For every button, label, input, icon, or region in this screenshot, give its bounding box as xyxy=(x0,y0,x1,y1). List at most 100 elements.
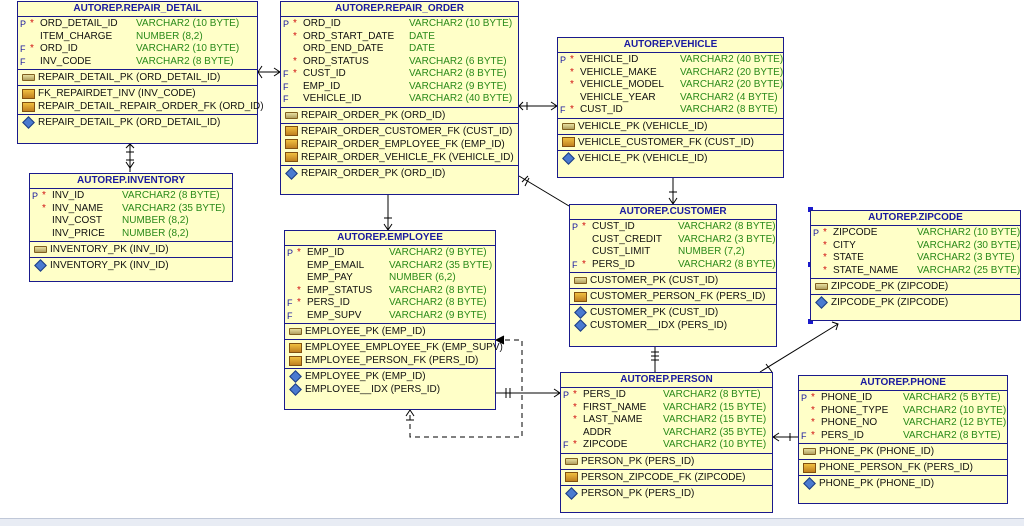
column-row[interactable]: INV_COST NUMBER (8,2) xyxy=(30,215,232,228)
column-row[interactable]: * PHONE_NO VARCHAR2 (12 BYTE) xyxy=(799,417,1007,430)
foreign-key-row[interactable]: VEHICLE_CUSTOMER_FK (CUST_ID) xyxy=(558,136,783,149)
primary-key-row[interactable]: CUSTOMER_PK (CUST_ID) xyxy=(570,274,776,287)
column-row[interactable]: P * ORD_DETAIL_ID VARCHAR2 (10 BYTE) xyxy=(18,18,257,31)
column-row[interactable]: VEHICLE_YEAR VARCHAR2 (4 BYTE) xyxy=(558,92,783,105)
column-type: VARCHAR2 (40 BYTE) xyxy=(680,54,784,65)
column-row[interactable]: F EMP_SUPV VARCHAR2 (9 BYTE) xyxy=(285,310,495,323)
column-row[interactable]: F * CUST_ID VARCHAR2 (8 BYTE) xyxy=(281,68,518,81)
foreign-key-row[interactable]: REPAIR_ORDER_CUSTOMER_FK (CUST_ID) xyxy=(281,125,518,138)
foreign-key-row[interactable]: FK_REPAIRDET_INV (INV_CODE) xyxy=(18,87,257,100)
column-row[interactable]: F * ZIPCODE VARCHAR2 (10 BYTE) xyxy=(561,439,772,452)
table-person[interactable]: AUTOREP.PERSON P * PERS_ID VARCHAR2 (8 BYTE)… xyxy=(560,372,773,513)
index-row[interactable]: EMPLOYEE__IDX (PERS_ID) xyxy=(285,383,495,396)
column-row[interactable]: F * ORD_ID VARCHAR2 (10 BYTE) xyxy=(18,43,257,56)
column-row[interactable]: * CITY VARCHAR2 (30 BYTE) xyxy=(811,240,1020,253)
index-row[interactable]: VEHICLE_PK (VEHICLE_ID) xyxy=(558,151,783,165)
foreign-key-row[interactable]: EMPLOYEE_EMPLOYEE_FK (EMP_SUPV) xyxy=(285,341,503,354)
column-type: DATE xyxy=(409,43,435,54)
table-employee[interactable]: AUTOREP.EMPLOYEE P * EMP_ID VARCHAR2 (9 BYTE… xyxy=(284,230,503,410)
column-row[interactable]: * FIRST_NAME VARCHAR2 (15 BYTE) xyxy=(561,402,772,415)
column-row[interactable]: P * INV_ID VARCHAR2 (8 BYTE) xyxy=(30,190,232,203)
table-title[interactable]: AUTOREP.REPAIR_DETAIL xyxy=(18,2,257,17)
column-type: VARCHAR2 (30 BYTE) xyxy=(917,239,1021,251)
table-vehicle[interactable]: AUTOREP.VEHICLE P * VEHICLE_ID VARCHAR2 (40 … xyxy=(557,37,784,178)
foreign-key-row[interactable]: REPAIR_ORDER_VEHICLE_FK (VEHICLE_ID) xyxy=(281,151,518,164)
index-row[interactable]: PERSON_PK (PERS_ID) xyxy=(561,486,772,500)
table-repair-order[interactable]: AUTOREP.REPAIR_ORDER P * ORD_ID VARCHAR2 (10… xyxy=(280,1,519,195)
foreign-key-row[interactable]: CUSTOMER_PERSON_FK (PERS_ID) xyxy=(570,290,776,303)
column-row[interactable]: P * ZIPCODE VARCHAR2 (10 BYTE) xyxy=(811,227,1020,240)
primary-key-row[interactable]: ZIPCODE_PK (ZIPCODE) xyxy=(811,280,1020,293)
foreign-key-row[interactable]: REPAIR_ORDER_EMPLOYEE_FK (EMP_ID) xyxy=(281,138,518,151)
table-title[interactable]: AUTOREP.REPAIR_ORDER xyxy=(281,2,518,17)
foreign-key-row[interactable]: PERSON_ZIPCODE_FK (ZIPCODE) xyxy=(561,471,772,484)
column-row[interactable]: EMP_PAY NUMBER (6,2) xyxy=(285,272,495,285)
column-row[interactable]: ORD_END_DATE DATE xyxy=(281,43,518,56)
foreign-key-row[interactable]: PHONE_PERSON_FK (PERS_ID) xyxy=(799,461,1007,474)
column-row[interactable]: * ORD_STATUS VARCHAR2 (6 BYTE) xyxy=(281,56,518,69)
foreign-key-row[interactable]: REPAIR_DETAIL_REPAIR_ORDER_FK (ORD_ID) xyxy=(18,100,264,113)
index-row[interactable]: REPAIR_DETAIL_PK (ORD_DETAIL_ID) xyxy=(18,116,257,129)
column-row[interactable]: F * PERS_ID VARCHAR2 (8 BYTE) xyxy=(570,259,776,272)
table-title[interactable]: AUTOREP.PERSON xyxy=(561,373,772,388)
key-flag: P xyxy=(801,393,808,403)
column-row[interactable]: * PHONE_TYPE VARCHAR2 (10 BYTE) xyxy=(799,405,1007,418)
table-zipcode[interactable]: AUTOREP.ZIPCODE P * ZIPCODE VARCHAR2 (10 BYT… xyxy=(810,210,1021,321)
column-row[interactable]: P * PHONE_ID VARCHAR2 (5 BYTE) xyxy=(799,392,1007,405)
column-row[interactable]: * VEHICLE_MODEL VARCHAR2 (20 BYTE) xyxy=(558,79,783,92)
key-label: INVENTORY_PK (INV_ID) xyxy=(50,244,169,255)
column-row[interactable]: F VEHICLE_ID VARCHAR2 (40 BYTE) xyxy=(281,93,518,106)
column-row[interactable]: P * ORD_ID VARCHAR2 (10 BYTE) xyxy=(281,18,518,31)
foreign-key-row[interactable]: EMPLOYEE_PERSON_FK (PERS_ID) xyxy=(285,354,495,367)
table-repair-detail[interactable]: AUTOREP.REPAIR_DETAIL P * ORD_DETAIL_ID VARC… xyxy=(17,1,264,144)
table-title[interactable]: AUTOREP.EMPLOYEE xyxy=(285,231,495,246)
index-row[interactable]: ZIPCODE_PK (ZIPCODE) xyxy=(811,296,1020,309)
primary-key-row[interactable]: REPAIR_DETAIL_PK (ORD_DETAIL_ID) xyxy=(18,71,257,84)
table-title[interactable]: AUTOREP.INVENTORY xyxy=(30,174,232,189)
column-row[interactable]: F INV_CODE VARCHAR2 (8 BYTE) xyxy=(18,56,257,69)
index-row[interactable]: CUSTOMER_PK (CUST_ID) xyxy=(570,306,776,319)
primary-key-row[interactable]: VEHICLE_PK (VEHICLE_ID) xyxy=(558,120,783,133)
column-row[interactable]: INV_PRICE NUMBER (8,2) xyxy=(30,228,232,241)
column-row[interactable]: P * VEHICLE_ID VARCHAR2 (40 BYTE) xyxy=(558,54,783,67)
index-row[interactable]: EMPLOYEE_PK (EMP_ID) xyxy=(285,370,495,383)
table-phone[interactable]: AUTOREP.PHONE P * PHONE_ID VARCHAR2 (5 BYTE)… xyxy=(798,375,1008,504)
table-customer[interactable]: AUTOREP.CUSTOMER P * CUST_ID VARCHAR2 (8 BYT… xyxy=(569,204,777,347)
table-title[interactable]: AUTOREP.PHONE xyxy=(799,376,1007,391)
column-row[interactable]: * VEHICLE_MAKE VARCHAR2 (20 BYTE) xyxy=(558,67,783,80)
index-row[interactable]: INVENTORY_PK (INV_ID) xyxy=(30,259,232,272)
column-row[interactable]: P * CUST_ID VARCHAR2 (8 BYTE) xyxy=(570,221,776,234)
table-title[interactable]: AUTOREP.CUSTOMER xyxy=(570,205,776,220)
column-row[interactable]: EMP_EMAIL VARCHAR2 (35 BYTE) xyxy=(285,260,495,273)
table-title[interactable]: AUTOREP.VEHICLE xyxy=(558,38,783,53)
primary-key-row[interactable]: EMPLOYEE_PK (EMP_ID) xyxy=(285,325,495,338)
column-type: VARCHAR2 (10 BYTE) xyxy=(136,43,240,54)
column-row[interactable]: ADDR VARCHAR2 (35 BYTE) xyxy=(561,427,772,440)
column-row[interactable]: F EMP_ID VARCHAR2 (9 BYTE) xyxy=(281,81,518,94)
table-inventory[interactable]: AUTOREP.INVENTORY P * INV_ID VARCHAR2 (8 BYT… xyxy=(29,173,233,282)
column-row[interactable]: F * CUST_ID VARCHAR2 (8 BYTE) xyxy=(558,104,783,117)
index-row[interactable]: PHONE_PK (PHONE_ID) xyxy=(799,477,1007,490)
column-row[interactable]: * INV_NAME VARCHAR2 (35 BYTE) xyxy=(30,203,232,216)
column-row[interactable]: P * EMP_ID VARCHAR2 (9 BYTE) xyxy=(285,247,495,260)
column-row[interactable]: * EMP_STATUS VARCHAR2 (8 BYTE) xyxy=(285,285,495,298)
index-row[interactable]: CUSTOMER__IDX (PERS_ID) xyxy=(570,319,776,332)
primary-key-row[interactable]: INVENTORY_PK (INV_ID) xyxy=(30,243,232,256)
column-row[interactable]: CUST_CREDIT VARCHAR2 (3 BYTE) xyxy=(570,234,776,247)
primary-key-row[interactable]: PHONE_PK (PHONE_ID) xyxy=(799,445,1007,458)
column-row[interactable]: CUST_LIMIT NUMBER (7,2) xyxy=(570,246,776,259)
column-row[interactable]: P * PERS_ID VARCHAR2 (8 BYTE) xyxy=(561,389,772,402)
column-name: PHONE_NO xyxy=(821,417,878,428)
index-row[interactable]: REPAIR_ORDER_PK (ORD_ID) xyxy=(281,166,518,180)
foreign-key-icon xyxy=(22,101,35,112)
column-row[interactable]: ITEM_CHARGE NUMBER (8,2) xyxy=(18,31,257,44)
column-row[interactable]: * LAST_NAME VARCHAR2 (15 BYTE) xyxy=(561,414,772,427)
column-row[interactable]: * ORD_START_DATE DATE xyxy=(281,31,518,44)
primary-key-row[interactable]: PERSON_PK (PERS_ID) xyxy=(561,455,772,468)
column-row[interactable]: * STATE_NAME VARCHAR2 (25 BYTE) xyxy=(811,265,1020,278)
table-title[interactable]: AUTOREP.ZIPCODE xyxy=(811,211,1020,226)
column-row[interactable]: F * PERS_ID VARCHAR2 (8 BYTE) xyxy=(285,297,495,310)
column-row[interactable]: F * PERS_ID VARCHAR2 (8 BYTE) xyxy=(799,430,1007,443)
primary-key-row[interactable]: REPAIR_ORDER_PK (ORD_ID) xyxy=(281,109,518,122)
column-row[interactable]: * STATE VARCHAR2 (3 BYTE) xyxy=(811,252,1020,265)
